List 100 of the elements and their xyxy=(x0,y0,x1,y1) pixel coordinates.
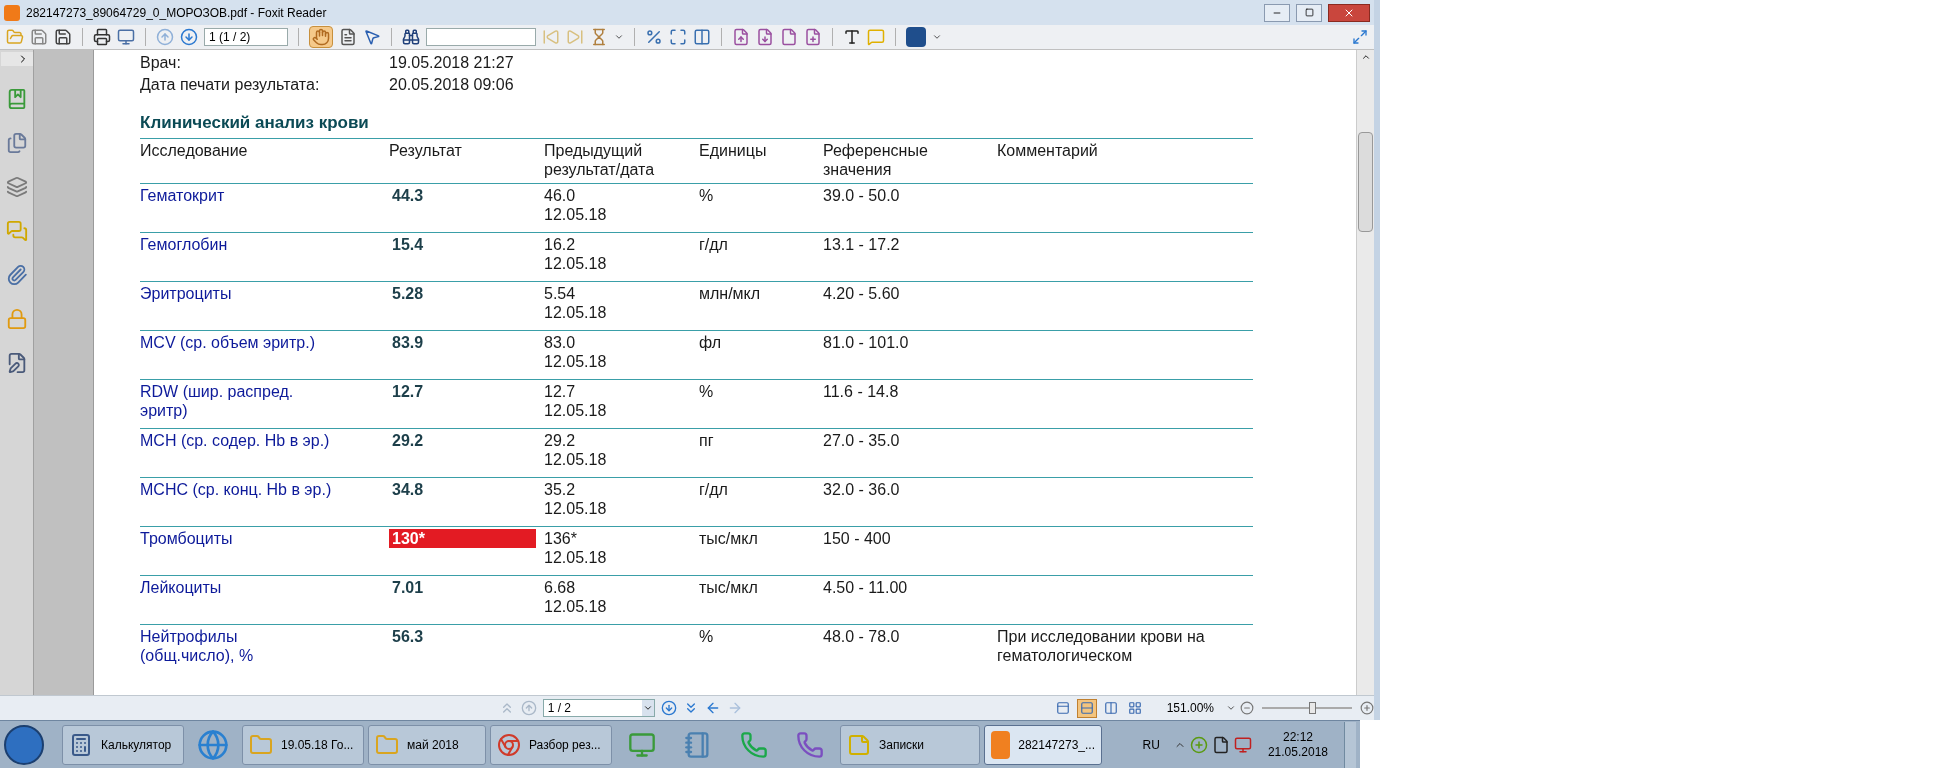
vertical-scrollbar[interactable] xyxy=(1356,50,1374,695)
minimize-button[interactable] xyxy=(1264,3,1290,22)
text-select-icon[interactable] xyxy=(339,28,357,46)
section-title: Клинический анализ крови xyxy=(140,113,370,132)
page-layout-icon xyxy=(1103,701,1118,715)
test-name: Нейтрофилы (общ.число), % xyxy=(140,628,254,664)
test-name: MCHC (ср. конц. Hb в эр.) xyxy=(140,481,332,498)
previous-result: 83.0 xyxy=(544,333,577,352)
notepad-icon[interactable] xyxy=(684,730,712,759)
previous-result: 16.2 xyxy=(544,235,577,254)
taskbar-button[interactable]: Разбор рез... xyxy=(490,724,612,765)
hand-tool-button[interactable] xyxy=(309,26,333,48)
units: тыс/мкл xyxy=(699,579,758,596)
caret-icon[interactable] xyxy=(932,32,942,42)
show-desktop-button[interactable] xyxy=(1344,721,1356,768)
binoculars-icon[interactable] xyxy=(402,28,420,46)
browser-icon[interactable] xyxy=(197,728,229,761)
save-as-icon[interactable] xyxy=(54,28,72,46)
fit-width-icon[interactable] xyxy=(693,28,711,46)
search-field[interactable] xyxy=(426,28,536,46)
result-value: 7.01 xyxy=(391,578,425,597)
next-page-icon[interactable] xyxy=(660,700,677,716)
units: г/дл xyxy=(699,481,728,498)
previous-page-icon[interactable] xyxy=(156,28,174,46)
calculator-icon xyxy=(69,732,93,757)
previous-date: 12.05.18 xyxy=(544,303,608,322)
zoom-in-icon[interactable] xyxy=(1360,701,1374,715)
reference-range: 13.1 - 17.2 xyxy=(823,236,900,253)
layers-icon[interactable] xyxy=(5,176,28,198)
logo-icon[interactable] xyxy=(906,27,926,47)
open-folder-icon[interactable] xyxy=(6,28,24,46)
test-name: Лейкоциты xyxy=(140,579,222,596)
previous-date: 12.05.18 xyxy=(544,254,608,273)
result-value: 29.2 xyxy=(391,431,425,450)
pdf-add-icon[interactable] xyxy=(804,28,822,46)
previous-result: 5.54 xyxy=(544,284,577,303)
pdf-page-icon[interactable] xyxy=(780,28,798,46)
language-indicator[interactable]: RU xyxy=(1142,735,1160,754)
page-layout-icon xyxy=(1079,701,1094,715)
reference-range: 4.50 - 11.00 xyxy=(823,579,908,596)
taskbar-button[interactable]: 282147273_... xyxy=(984,724,1102,765)
units: % xyxy=(699,187,714,204)
taskbar-button[interactable]: Калькулятор xyxy=(62,724,184,765)
info-value: 19.05.2018 21:27 xyxy=(389,53,514,73)
test-name: Эритроциты xyxy=(140,285,232,302)
test-name: Гематокрит xyxy=(140,187,225,204)
next-page-icon[interactable] xyxy=(180,28,198,46)
close-button[interactable] xyxy=(1328,3,1370,22)
column-header: Единицы xyxy=(699,142,767,159)
hourglass-icon[interactable] xyxy=(590,28,608,46)
expand-panel-button[interactable] xyxy=(0,52,33,66)
actual-size-icon[interactable] xyxy=(645,28,663,46)
info-label: Врач: xyxy=(140,53,182,73)
save-icon[interactable] xyxy=(30,28,48,46)
previous-date: 12.05.18 xyxy=(544,548,608,567)
restore-icon xyxy=(1304,8,1314,17)
previous-result: 35.2 xyxy=(544,480,577,499)
pages-icon[interactable] xyxy=(5,132,28,154)
continuous-page-button[interactable] xyxy=(1076,698,1097,718)
scroll-up-icon[interactable] xyxy=(1360,52,1371,62)
zoom-out-icon[interactable] xyxy=(1240,701,1254,715)
taskbar-button[interactable]: май 2018 xyxy=(368,724,486,765)
caret-icon[interactable] xyxy=(614,32,624,42)
test-name: MCV (ср. объем эритр.) xyxy=(140,334,315,351)
units: фл xyxy=(699,334,722,351)
page-selector[interactable]: 1 / 2 xyxy=(542,699,655,717)
reference-range: 150 - 400 xyxy=(823,530,891,547)
caret-icon[interactable] xyxy=(1226,703,1236,713)
previous-date: 12.05.18 xyxy=(544,352,608,371)
caret-icon xyxy=(642,703,653,713)
app-logo-icon xyxy=(4,4,20,21)
result-value: 34.8 xyxy=(391,480,425,499)
units: г/дл xyxy=(699,236,728,253)
fit-page-icon[interactable] xyxy=(669,28,687,46)
pdf-print-icon[interactable] xyxy=(756,28,774,46)
pointer-icon[interactable] xyxy=(363,28,381,46)
pdf-export-icon[interactable] xyxy=(732,28,750,46)
print-icon[interactable] xyxy=(93,28,111,46)
info-value: 20.05.2018 09:06 xyxy=(389,75,514,95)
reference-range: 32.0 - 36.0 xyxy=(823,481,900,498)
taskbar-button[interactable]: Записки xyxy=(840,724,980,765)
reference-range: 27.0 - 35.0 xyxy=(823,432,900,449)
slider-thumb[interactable] xyxy=(1309,702,1317,714)
sticky-notes-icon xyxy=(847,732,871,757)
page-number-field[interactable]: 1 (1 / 2) xyxy=(204,28,288,46)
scrollbar-thumb[interactable] xyxy=(1358,132,1373,232)
taskbar-button[interactable]: 19.05.18 Го... xyxy=(242,724,364,765)
previous-date: 12.05.18 xyxy=(544,499,608,518)
screen-icon[interactable] xyxy=(117,28,135,46)
paperclip-icon[interactable] xyxy=(5,264,28,286)
chrome-icon xyxy=(497,732,521,757)
expand-icon[interactable] xyxy=(1352,29,1368,45)
column-header: Исследование xyxy=(140,142,248,159)
column-header: Результат xyxy=(389,142,462,159)
reference-range: 4.20 - 5.60 xyxy=(823,285,900,302)
typewriter-icon[interactable] xyxy=(843,28,861,46)
hand-icon xyxy=(312,28,330,46)
start-button[interactable] xyxy=(4,724,44,765)
zoom-slider[interactable] xyxy=(1262,702,1352,714)
restore-button[interactable] xyxy=(1296,3,1322,22)
